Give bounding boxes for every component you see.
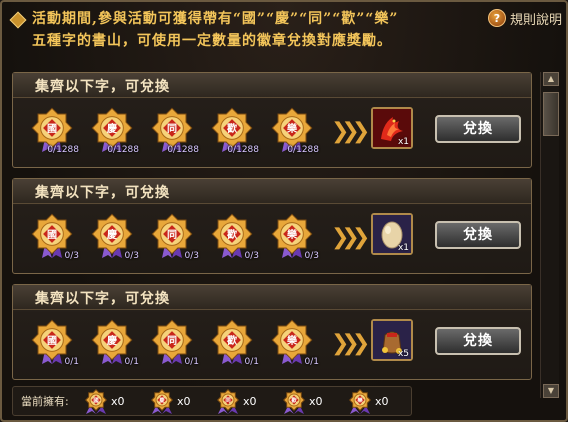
owned-quantity: x0 [309,395,323,408]
svg-text:國: 國 [47,123,57,135]
panel-title-bar: 集齊以下字，可兌換 [13,285,531,310]
chevron-right-icon: ❯❯❯ [331,225,370,250]
exchange-list: 集齊以下字，可兌換國 0/1288 慶 0/1288 同 0/1288 歡 0/1288 樂 0/… [12,72,534,384]
svg-text:同: 同 [167,123,177,135]
character-badge-icon[interactable]: 國 0/1 [31,319,79,367]
character-badge-icon[interactable]: 歡 0/3 [211,213,259,261]
panel-title-bar: 集齊以下字，可兌換 [13,73,531,98]
badge-count: 0/1288 [227,145,259,155]
exchange-button[interactable]: 兌換 [435,327,521,355]
exchange-panel: 集齊以下字，可兌換國 0/1 慶 0/1 同 0/1 歡 0/1 樂 0/1 ❯❯❯ x5 兌換 [12,284,532,380]
character-badge-icon[interactable]: 樂 0/3 [271,213,319,261]
badge-count: 0/3 [184,251,199,261]
character-badge-icon[interactable]: 同 0/3 [151,213,199,261]
svg-text:樂: 樂 [357,396,363,404]
owned-badges-bar: 當前擁有: 國 x0 慶 x0 同 x0 歡 x0 樂 x0 [12,386,412,416]
character-badge-icon[interactable]: 同 0/1 [151,319,199,367]
exchange-panel: 集齊以下字，可兌換國 0/1288 慶 0/1288 同 0/1288 歡 0/1288 樂 0/… [12,72,532,168]
owned-badge: 歡 x0 [283,389,343,414]
owned-quantity: x0 [177,395,191,408]
character-badge-icon[interactable]: 慶 0/1288 [91,107,139,155]
exchange-panel: 集齊以下字，可兌換國 0/3 慶 0/3 同 0/3 歡 0/3 樂 0/3 ❯❯❯ x1 兌換 [12,178,532,274]
svg-text:歡: 歡 [291,396,297,404]
character-badge-icon[interactable]: 同 0/1288 [151,107,199,155]
chevron-right-icon: ❯❯❯ [331,119,370,144]
svg-text:同: 同 [225,396,230,404]
scroll-down-arrow-icon[interactable]: ▼ [543,384,559,398]
owned-badge: 國 x0 [85,389,145,414]
rules-help-label: 規則說明 [510,12,563,28]
owned-quantity: x0 [375,395,389,408]
svg-text:歡: 歡 [226,122,237,135]
owned-quantity: x0 [243,395,257,408]
character-badge-icon[interactable]: 歡 0/1288 [211,107,259,155]
svg-text:樂: 樂 [287,228,298,241]
badge-count: 0/1 [184,357,199,367]
badge-count: 0/3 [64,251,79,261]
svg-text:國: 國 [47,335,57,347]
panel-title: 集齊以下字，可兌換 [35,185,170,201]
svg-text:慶: 慶 [159,396,165,404]
badge-count: 0/3 [304,251,319,261]
character-badge-icon[interactable]: 慶 0/3 [91,213,139,261]
character-badge-icon[interactable]: 國 0/1288 [31,107,79,155]
owned-badge: 同 x0 [217,389,277,414]
question-mark-icon: ? [488,9,506,27]
svg-text:慶: 慶 [107,228,118,241]
badge-count: 0/1288 [107,145,139,155]
badge-count: 0/1288 [287,145,319,155]
badge-count: 0/3 [124,251,139,261]
svg-text:歡: 歡 [226,228,237,241]
badge-count: 0/1288 [47,145,79,155]
diamond-bullet-icon [9,11,27,29]
notice-line-1: 活動期間,參與活動可獲得帶有“國”“慶”“同”“歡”“樂” [32,11,399,27]
egg-icon[interactable]: x1 [371,213,413,255]
notice-header: 活動期間,參與活動可獲得帶有“國”“慶”“同”“歡”“樂” 五種字的書山，可使用… [9,8,482,64]
scrollbar[interactable]: ▲ ▼ [540,72,559,398]
treasure-bag-icon[interactable]: x5 [371,319,413,361]
character-badge-icon[interactable]: 樂 0/1288 [271,107,319,155]
reward-quantity: x5 [397,349,409,359]
character-badge-icon[interactable]: 樂 0/1 [271,319,319,367]
chevron-right-icon: ❯❯❯ [331,331,370,356]
owned-badge: 慶 x0 [151,389,211,414]
svg-text:歡: 歡 [226,334,237,347]
svg-text:同: 同 [167,229,177,241]
exchange-button[interactable]: 兌換 [435,115,521,143]
panel-title: 集齊以下字，可兌換 [35,79,170,95]
svg-text:同: 同 [167,335,177,347]
badge-count: 0/1288 [167,145,199,155]
reward-quantity: x1 [397,137,409,147]
scroll-thumb[interactable] [543,92,559,136]
red-phoenix-icon[interactable]: x1 [371,107,413,149]
character-badge-icon[interactable]: 國 0/3 [31,213,79,261]
svg-text:慶: 慶 [107,334,118,347]
owned-badge: 樂 x0 [349,389,409,414]
badge-count: 0/1 [124,357,139,367]
badge-count: 0/1 [304,357,319,367]
rules-help-button[interactable]: ? 規則說明 [488,8,566,28]
svg-text:國: 國 [93,396,98,404]
event-notice: 活動期間,參與活動可獲得帶有“國”“慶”“同”“歡”“樂” 五種字的書山，可使用… [32,8,482,52]
svg-text:樂: 樂 [287,122,298,135]
panel-title-bar: 集齊以下字，可兌換 [13,179,531,204]
notice-line-2: 五種字的書山，可使用一定數量的徽章兌換對應獎勵。 [32,33,392,49]
owned-quantity: x0 [111,395,125,408]
character-badge-icon[interactable]: 慶 0/1 [91,319,139,367]
character-badge-icon[interactable]: 歡 0/1 [211,319,259,367]
badge-count: 0/1 [244,357,259,367]
svg-text:慶: 慶 [107,122,118,135]
owned-label: 當前擁有: [21,395,69,408]
svg-text:樂: 樂 [287,334,298,347]
badge-count: 0/3 [244,251,259,261]
scroll-up-arrow-icon[interactable]: ▲ [543,72,559,86]
svg-text:國: 國 [47,229,57,241]
exchange-button[interactable]: 兌換 [435,221,521,249]
badge-count: 0/1 [64,357,79,367]
reward-quantity: x1 [397,243,409,253]
event-window: 活動期間,參與活動可獲得帶有“國”“慶”“同”“歡”“樂” 五種字的書山，可使用… [0,0,568,422]
panel-title: 集齊以下字，可兌換 [35,291,170,307]
